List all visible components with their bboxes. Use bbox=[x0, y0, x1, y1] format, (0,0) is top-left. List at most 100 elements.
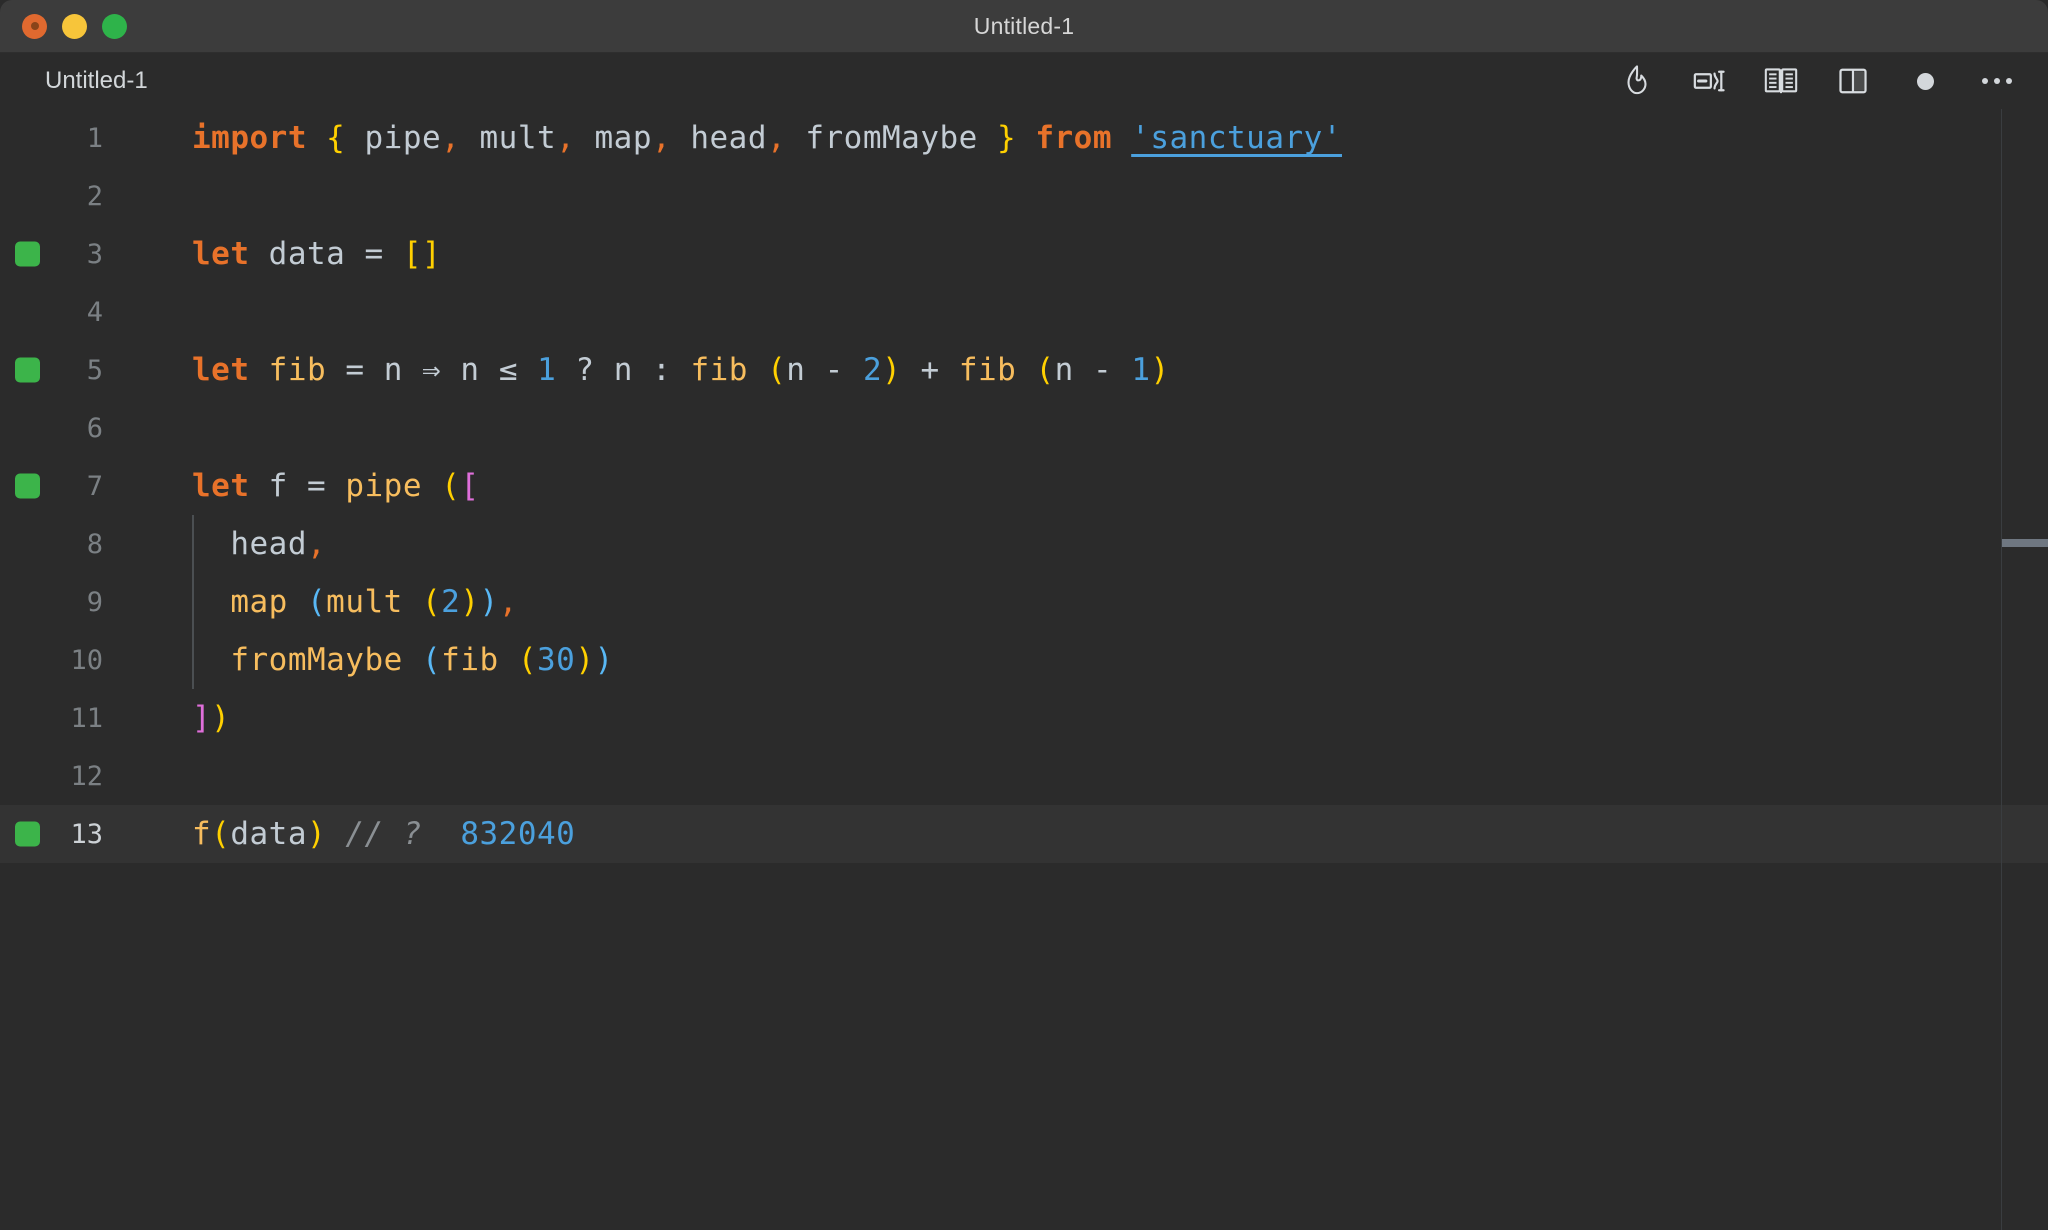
token-fn: fib bbox=[958, 352, 1017, 388]
token-op bbox=[805, 352, 824, 388]
code-lines[interactable]: 1 import { pipe, mult, map, head, fromMay… bbox=[0, 109, 2048, 863]
code-text[interactable]: f(data) // ? 832040 bbox=[125, 816, 2048, 852]
token-op: - bbox=[824, 352, 844, 388]
token-kw: let bbox=[192, 236, 250, 272]
code-row[interactable]: 7 let f = pipe ([ bbox=[0, 457, 2048, 515]
token-op: = bbox=[307, 468, 327, 504]
code-text[interactable]: map (mult (2)), bbox=[125, 584, 2048, 620]
token-punc: , bbox=[306, 526, 327, 562]
token-op bbox=[192, 642, 230, 678]
token-br2: ) bbox=[479, 584, 499, 620]
editor-right-divider bbox=[2001, 109, 2002, 1230]
token-op bbox=[288, 468, 307, 504]
token-br1: ( bbox=[211, 816, 231, 852]
code-text[interactable]: let data = [] bbox=[125, 236, 2048, 272]
code-row[interactable]: 8 head, bbox=[0, 515, 2048, 573]
token-br1: [] bbox=[402, 236, 442, 272]
code-row[interactable]: 3 let data = [] bbox=[0, 225, 2048, 283]
window-title: Untitled-1 bbox=[973, 12, 1075, 39]
line-number: 11 bbox=[70, 702, 103, 734]
code-editor[interactable]: 1 import { pipe, mult, map, head, fromMay… bbox=[0, 109, 2048, 1230]
line-number: 12 bbox=[70, 760, 103, 792]
token-br1: } bbox=[997, 120, 1017, 156]
token-br1: ) bbox=[211, 700, 231, 736]
code-text[interactable]: fromMaybe (fib (30)) bbox=[125, 642, 2048, 678]
code-row[interactable]: 2 bbox=[0, 167, 2048, 225]
token-var: n bbox=[460, 352, 480, 388]
breakpoint-marker[interactable] bbox=[15, 357, 40, 383]
token-op bbox=[748, 352, 767, 388]
code-row[interactable]: 1 import { pipe, mult, map, head, fromMay… bbox=[0, 109, 2048, 167]
token-op bbox=[575, 120, 594, 156]
record-dot-icon[interactable] bbox=[1904, 60, 1946, 102]
code-row[interactable]: 6 bbox=[0, 399, 2048, 457]
token-op: : bbox=[652, 352, 672, 388]
token-var: head bbox=[690, 120, 767, 156]
code-text[interactable]: ]) bbox=[125, 700, 2048, 736]
token-op: + bbox=[920, 352, 940, 388]
token-op bbox=[844, 352, 863, 388]
breakpoint-marker[interactable] bbox=[15, 473, 40, 499]
split-editor-icon[interactable] bbox=[1832, 60, 1874, 102]
token-op: = bbox=[345, 352, 365, 388]
token-str[interactable]: 'sanctuary' bbox=[1131, 120, 1342, 156]
token-punc: , bbox=[441, 120, 461, 156]
token-punc: , bbox=[767, 120, 787, 156]
token-num: 2 bbox=[441, 584, 461, 620]
token-fn: pipe bbox=[345, 468, 423, 504]
code-row[interactable]: 13 f(data) // ? 832040 bbox=[0, 805, 2048, 863]
overview-ruler-mark[interactable] bbox=[2002, 539, 2048, 547]
token-op bbox=[901, 352, 920, 388]
token-br1: ( bbox=[1035, 352, 1055, 388]
code-text[interactable]: import { pipe, mult, map, head, fromMayb… bbox=[125, 120, 2048, 156]
token-op bbox=[671, 352, 690, 388]
code-text[interactable]: let f = pipe ([ bbox=[125, 468, 2048, 504]
token-op bbox=[365, 352, 384, 388]
token-br1: { bbox=[326, 120, 346, 156]
code-row[interactable]: 12 bbox=[0, 747, 2048, 805]
token-br2: ( bbox=[307, 584, 327, 620]
run-code-icon[interactable] bbox=[1688, 60, 1730, 102]
token-br2: ( bbox=[421, 642, 442, 678]
close-button[interactable] bbox=[22, 13, 47, 39]
token-op bbox=[384, 236, 403, 272]
code-row[interactable]: 4 bbox=[0, 283, 2048, 341]
flame-icon[interactable] bbox=[1616, 60, 1658, 102]
token-op bbox=[403, 584, 422, 620]
token-punc: , bbox=[556, 120, 576, 156]
tab-untitled-1[interactable]: Untitled-1 bbox=[45, 67, 148, 95]
minimize-button[interactable] bbox=[62, 13, 87, 39]
token-var: f bbox=[268, 468, 288, 504]
token-op bbox=[326, 352, 345, 388]
token-br1: ( bbox=[767, 352, 787, 388]
token-kw: from bbox=[1035, 120, 1112, 156]
token-op bbox=[345, 120, 364, 156]
token-op bbox=[250, 352, 269, 388]
token-cmt: // ? bbox=[345, 816, 422, 852]
more-actions-icon[interactable] bbox=[1976, 60, 2018, 102]
token-op bbox=[326, 468, 345, 504]
token-var: n bbox=[1054, 352, 1074, 388]
code-row[interactable]: 11]) bbox=[0, 689, 2048, 747]
token-br3: ] bbox=[192, 700, 212, 736]
code-row[interactable]: 9 map (mult (2)), bbox=[0, 573, 2048, 631]
title-bar: Untitled-1 bbox=[0, 0, 2048, 53]
code-text[interactable]: head, bbox=[125, 526, 2048, 562]
token-op bbox=[1016, 352, 1035, 388]
maximize-button[interactable] bbox=[102, 13, 127, 39]
code-text[interactable]: let fib = n ⇒ n ≤ 1 ? n : fib (n - 2) + … bbox=[125, 352, 2048, 388]
token-op: ⇒ bbox=[422, 352, 442, 388]
token-fn: fib bbox=[690, 352, 748, 388]
token-num: 1 bbox=[1131, 352, 1151, 388]
breakpoint-marker[interactable] bbox=[15, 821, 40, 847]
code-row[interactable]: 5 let fib = n ⇒ n ≤ 1 ? n : fib (n - 2) +… bbox=[0, 341, 2048, 399]
code-row[interactable]: 10 fromMaybe (fib (30)) bbox=[0, 631, 2048, 689]
token-op bbox=[1112, 352, 1131, 388]
open-book-icon[interactable] bbox=[1760, 60, 1802, 102]
token-var: map bbox=[594, 120, 652, 156]
token-op bbox=[518, 352, 537, 388]
token-op bbox=[345, 236, 364, 272]
breakpoint-marker[interactable] bbox=[15, 241, 40, 267]
token-op: ≤ bbox=[498, 352, 518, 388]
token-var: head bbox=[230, 526, 307, 562]
